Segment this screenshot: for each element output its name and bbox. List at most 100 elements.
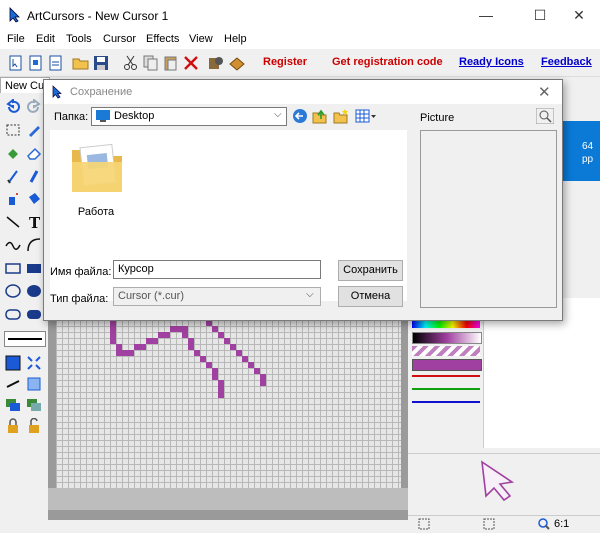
pixel-grid-canvas[interactable] xyxy=(56,320,401,488)
delete-icon[interactable] xyxy=(182,54,200,72)
zoom-icon xyxy=(538,518,550,530)
filetype-select[interactable]: Cursor (*.cur) ⌵ xyxy=(113,287,321,306)
blue-slider[interactable] xyxy=(412,401,480,403)
brush-icon[interactable] xyxy=(5,168,21,184)
menu-help[interactable]: Help xyxy=(224,33,247,45)
dialog-title-bar: Сохранение ✕ xyxy=(44,80,562,104)
filename-label: Имя файла: xyxy=(50,266,112,278)
paste-icon[interactable] xyxy=(162,54,180,72)
save-button[interactable]: Сохранить xyxy=(338,260,403,281)
resize-icon[interactable] xyxy=(26,376,42,392)
text-icon[interactable]: T xyxy=(26,214,42,230)
current-color[interactable] xyxy=(412,359,482,371)
copy-icon[interactable] xyxy=(142,54,160,72)
rounded-rect-outline-icon[interactable] xyxy=(5,306,21,322)
folder-value: Desktop xyxy=(114,110,155,122)
line-icon[interactable] xyxy=(5,214,21,230)
menu-view[interactable]: View xyxy=(189,33,213,45)
window-title: ArtCursors - New Cursor 1 xyxy=(27,9,169,23)
minimize-button[interactable]: — xyxy=(463,0,509,31)
preview-toggle-icon[interactable] xyxy=(536,108,554,124)
dialog-cursor-icon xyxy=(52,85,62,99)
canvas-area xyxy=(48,320,408,520)
format-depth-text: pp xyxy=(582,154,594,165)
status-bar: 6:1 xyxy=(408,515,600,533)
register-link[interactable]: Register xyxy=(263,56,307,68)
cancel-button[interactable]: Отмена xyxy=(338,286,403,307)
fill-icon[interactable] xyxy=(5,145,21,161)
rotate-icon[interactable] xyxy=(5,376,21,392)
rectangle-outline-icon[interactable] xyxy=(5,260,21,276)
red-slider[interactable] xyxy=(412,375,480,377)
curve-icon[interactable] xyxy=(5,237,21,253)
cursor-preview xyxy=(408,453,600,509)
open-folder-icon[interactable] xyxy=(72,54,90,72)
menu-edit[interactable]: Edit xyxy=(36,33,55,45)
undo-icon[interactable] xyxy=(5,99,21,115)
rounded-rect-filled-icon[interactable] xyxy=(26,306,42,322)
redo-icon[interactable] xyxy=(26,99,42,115)
filetype-label: Тип файла: xyxy=(50,293,109,305)
new-cursor-icon[interactable] xyxy=(7,54,25,72)
line-width-selector[interactable] xyxy=(4,331,46,347)
menu-effects[interactable]: Effects xyxy=(146,33,179,45)
filename-value: Курсор xyxy=(118,263,154,275)
lock-icon[interactable] xyxy=(5,418,21,434)
format-selection[interactable]: 64 pp xyxy=(558,121,600,181)
eyedropper-icon[interactable] xyxy=(26,168,42,184)
unlock-icon[interactable] xyxy=(26,418,42,434)
menu-tools[interactable]: Tools xyxy=(66,33,92,45)
filename-input[interactable]: Курсор xyxy=(113,260,321,279)
rectangle-filled-icon[interactable] xyxy=(26,260,42,276)
green-slider[interactable] xyxy=(412,388,480,390)
folder-select[interactable]: Desktop ⌵ xyxy=(91,107,287,126)
close-button[interactable]: ✕ xyxy=(556,0,600,31)
folder-row: Папка: Desktop ⌵ xyxy=(44,105,562,129)
ellipse-outline-icon[interactable] xyxy=(5,283,21,299)
chevron-down-icon: ⌵ xyxy=(274,109,282,120)
pencil-icon[interactable] xyxy=(26,122,42,138)
pattern-bar[interactable] xyxy=(412,346,480,356)
up-folder-icon[interactable] xyxy=(312,108,328,124)
cut-icon[interactable] xyxy=(122,54,140,72)
folder-item[interactable]: Работа xyxy=(66,136,126,226)
color-palette[interactable] xyxy=(412,318,482,418)
format-size-text: 64 xyxy=(582,141,594,152)
feedback-link[interactable]: Feedback xyxy=(541,56,592,68)
layers-icon[interactable] xyxy=(5,397,21,413)
menu-file[interactable]: File xyxy=(7,33,25,45)
new-animated-icon[interactable] xyxy=(47,54,65,72)
get-registration-code-link[interactable]: Get registration code xyxy=(332,56,443,68)
save-icon[interactable] xyxy=(92,54,110,72)
preview-cursor-icon xyxy=(481,460,515,502)
image-to-cursor-icon[interactable] xyxy=(207,54,225,72)
frames-icon[interactable] xyxy=(26,397,42,413)
arrange-icon[interactable] xyxy=(26,355,42,371)
menu-cursor[interactable]: Cursor xyxy=(103,33,136,45)
spray-icon[interactable] xyxy=(5,191,21,207)
bucket-icon[interactable] xyxy=(26,191,42,207)
eraser-icon[interactable] xyxy=(26,145,42,161)
filetype-value: Cursor (*.cur) xyxy=(118,290,185,302)
dialog-close-button[interactable]: ✕ xyxy=(538,83,551,101)
app-cursor-icon xyxy=(9,7,20,23)
ellipse-filled-icon[interactable] xyxy=(26,283,42,299)
arc-icon[interactable] xyxy=(26,237,42,253)
view-menu-icon[interactable] xyxy=(355,108,377,124)
select-rect-icon[interactable] xyxy=(5,122,21,138)
folder-icon xyxy=(72,143,122,192)
library-icon[interactable] xyxy=(228,54,246,72)
folder-label: Папка: xyxy=(54,111,89,123)
new-folder-icon[interactable] xyxy=(333,108,349,124)
picture-preview xyxy=(420,130,557,308)
color-swatch-icon[interactable] xyxy=(5,355,21,371)
back-icon[interactable] xyxy=(292,108,308,124)
shade-bar[interactable] xyxy=(412,332,482,344)
new-icon-icon[interactable] xyxy=(27,54,45,72)
title-bar: ArtCursors - New Cursor 1 — ☐ ✕ xyxy=(0,0,600,31)
frame-icon xyxy=(418,518,430,530)
frame-icon-2 xyxy=(483,518,495,530)
svg-text:T: T xyxy=(29,214,41,230)
ready-icons-link[interactable]: Ready Icons xyxy=(459,56,524,68)
toolbar: Register Get registration code Ready Ico… xyxy=(0,50,600,77)
